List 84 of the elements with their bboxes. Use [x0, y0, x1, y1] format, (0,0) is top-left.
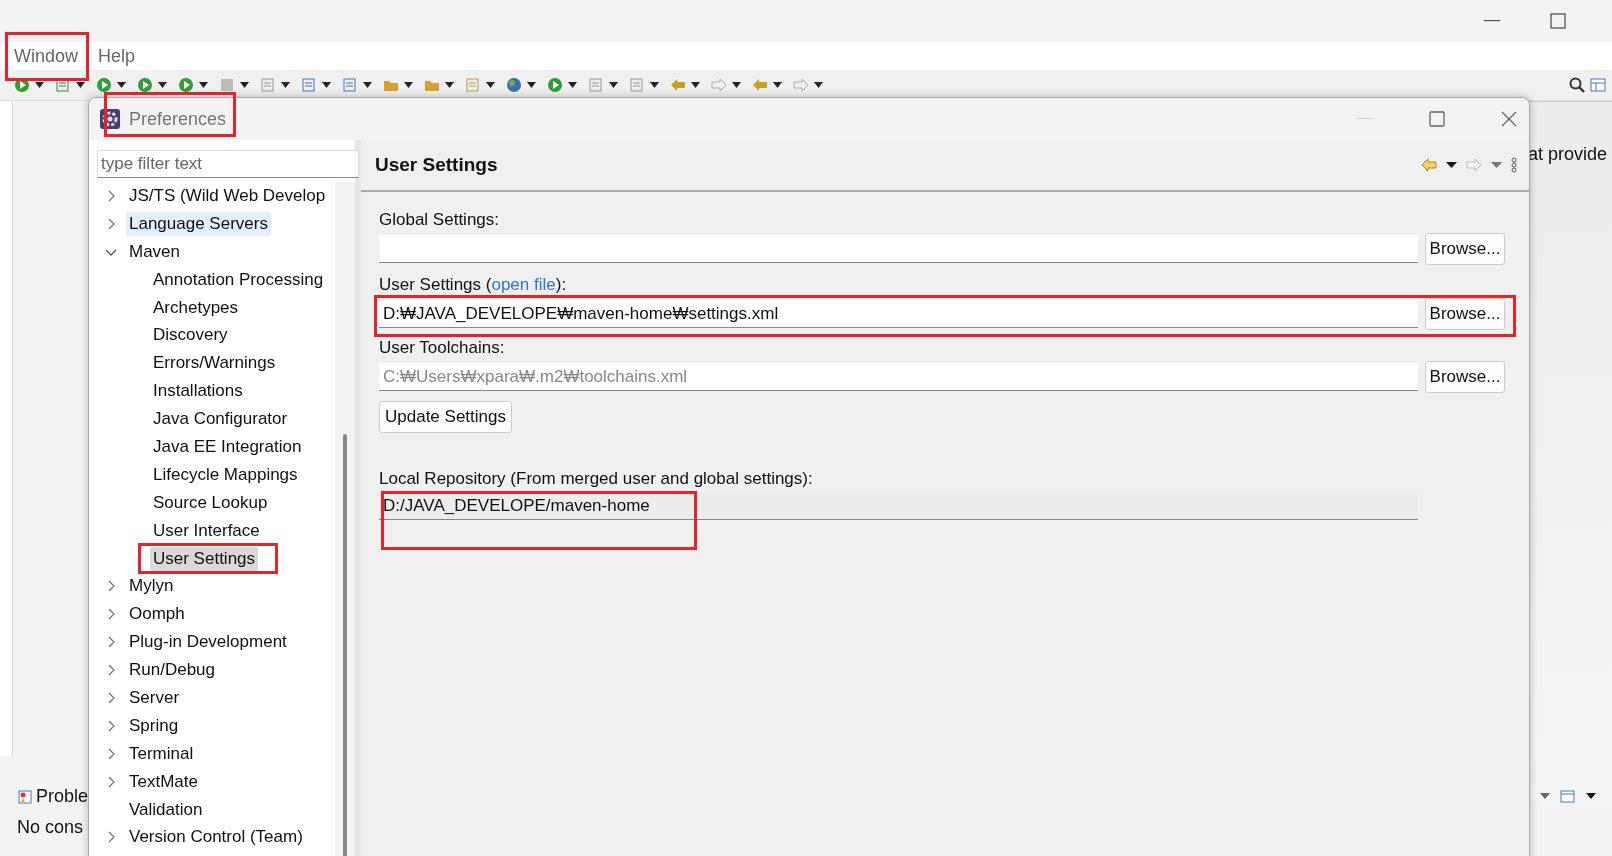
- minimize-icon[interactable]: [1484, 20, 1500, 22]
- dropdown-arrow-icon[interactable]: [158, 82, 167, 88]
- dropdown-arrow-icon[interactable]: [35, 82, 44, 88]
- update-settings-button[interactable]: Update Settings: [379, 401, 512, 433]
- dropdown-arrow-icon[interactable]: [117, 82, 126, 88]
- browse-button[interactable]: Browse...: [1425, 233, 1505, 265]
- dropdown-arrow-icon[interactable]: [1586, 793, 1596, 799]
- back-arrow-icon[interactable]: [1421, 158, 1437, 172]
- tree-item[interactable]: Annotation Processing: [150, 267, 327, 292]
- tree-item[interactable]: Run/Debug: [126, 658, 218, 683]
- filter-field[interactable]: type filter text: [97, 150, 359, 178]
- dropdown-arrow-icon[interactable]: [650, 82, 659, 88]
- user-settings-field[interactable]: D:₩JAVA_DEVELOPE₩maven-home₩settings.xml: [379, 300, 1418, 328]
- open-file-link[interactable]: open file: [491, 275, 556, 294]
- browse-button[interactable]: Browse...: [1425, 298, 1505, 330]
- tree-item[interactable]: Server: [126, 685, 183, 710]
- dropdown-arrow-icon[interactable]: [445, 82, 454, 88]
- run-icon[interactable]: [96, 77, 112, 93]
- menu-item[interactable]: Help: [98, 45, 136, 67]
- stop-icon[interactable]: [219, 77, 235, 93]
- dropdown-arrow-icon[interactable]: [568, 82, 577, 88]
- dropdown-arrow-icon[interactable]: [404, 82, 413, 88]
- tree-item[interactable]: Oomph: [126, 602, 188, 627]
- tree-item[interactable]: Archetypes: [150, 295, 242, 320]
- browse-button[interactable]: Browse...: [1425, 361, 1505, 393]
- run-icon[interactable]: [137, 77, 153, 93]
- dropdown-arrow-icon[interactable]: [1446, 162, 1457, 168]
- dropdown-arrow-icon[interactable]: [814, 82, 823, 88]
- dropdown-arrow-icon[interactable]: [281, 82, 290, 88]
- tree-item[interactable]: Discovery: [150, 323, 231, 348]
- tree-item[interactable]: Java EE Integration: [150, 434, 305, 459]
- global-settings-field[interactable]: [379, 235, 1418, 263]
- dropdown-arrow-icon[interactable]: [691, 82, 700, 88]
- tree-item[interactable]: Installations: [150, 379, 246, 404]
- maximize-icon[interactable]: [1429, 111, 1445, 127]
- scrollbar-thumb[interactable]: [343, 434, 347, 856]
- local-repository-field[interactable]: D:/JAVA_DEVELOPE/maven-home: [379, 492, 1418, 520]
- view-menu-icon[interactable]: [1511, 157, 1517, 173]
- run-icon[interactable]: [547, 77, 563, 93]
- tree-item[interactable]: Lifecycle Mappings: [150, 462, 301, 487]
- search-icon[interactable]: [1569, 77, 1585, 93]
- tree-item[interactable]: Errors/Warnings: [150, 351, 279, 376]
- problems-tab[interactable]: Proble: [18, 786, 89, 807]
- tree-item[interactable]: Validation: [126, 797, 206, 822]
- dropdown-arrow-icon[interactable]: [732, 82, 741, 88]
- dropdown-arrow-icon[interactable]: [773, 82, 782, 88]
- dropdown-arrow-icon[interactable]: [609, 82, 618, 88]
- tree-item[interactable]: Plug-in Development: [126, 630, 290, 655]
- field-label: Local Repository (From merged user and global settings):: [379, 469, 813, 489]
- dropdown-arrow-icon[interactable]: [240, 82, 249, 88]
- dropdown-arrow-icon[interactable]: [363, 82, 372, 88]
- tree-item[interactable]: User Settings: [150, 546, 259, 571]
- console-message: No cons: [17, 817, 84, 838]
- menu-item[interactable]: Window: [14, 45, 79, 67]
- dropdown-arrow-icon[interactable]: [322, 82, 331, 88]
- maximize-icon[interactable]: [1550, 13, 1566, 29]
- page-title: User Settings: [375, 154, 498, 176]
- dialog-title: Preferences: [129, 108, 227, 130]
- tree-item[interactable]: Maven: [126, 239, 184, 264]
- globe-icon[interactable]: [506, 77, 522, 93]
- tree-item[interactable]: User Interface: [150, 518, 263, 543]
- run-icon[interactable]: [178, 77, 194, 93]
- perspective-icon[interactable]: [1590, 77, 1606, 93]
- tree-item[interactable]: Java Configurator: [150, 407, 291, 432]
- tree-item[interactable]: JS/TS (Wild Web Develop: [126, 183, 329, 208]
- field-label: User Toolchains:: [379, 338, 505, 358]
- dropdown-arrow-icon[interactable]: [486, 82, 495, 88]
- new-window-icon[interactable]: [1560, 789, 1576, 803]
- tree-item[interactable]: Version Control (Team): [126, 825, 306, 850]
- dropdown-arrow-icon[interactable]: [199, 82, 208, 88]
- tree-item[interactable]: Source Lookup: [150, 490, 271, 515]
- close-icon[interactable]: [1501, 111, 1517, 127]
- tree-item[interactable]: Spring: [126, 713, 182, 738]
- dropdown-arrow-icon[interactable]: [527, 82, 536, 88]
- tree-item[interactable]: TextMate: [126, 769, 201, 794]
- problems-tab-label[interactable]: Proble: [36, 786, 89, 807]
- field-label: Global Settings:: [379, 210, 499, 230]
- user-toolchains-field[interactable]: C:₩Users₩xpara₩.m2₩toolchains.xml: [379, 363, 1418, 391]
- field-label: User Settings (open file):: [379, 275, 567, 295]
- dropdown-arrow-icon[interactable]: [76, 82, 85, 88]
- tree-item[interactable]: Terminal: [126, 741, 197, 766]
- tree-item[interactable]: Language Servers: [126, 211, 271, 236]
- problems-icon: [18, 789, 32, 804]
- tree-item[interactable]: Mylyn: [126, 574, 177, 599]
